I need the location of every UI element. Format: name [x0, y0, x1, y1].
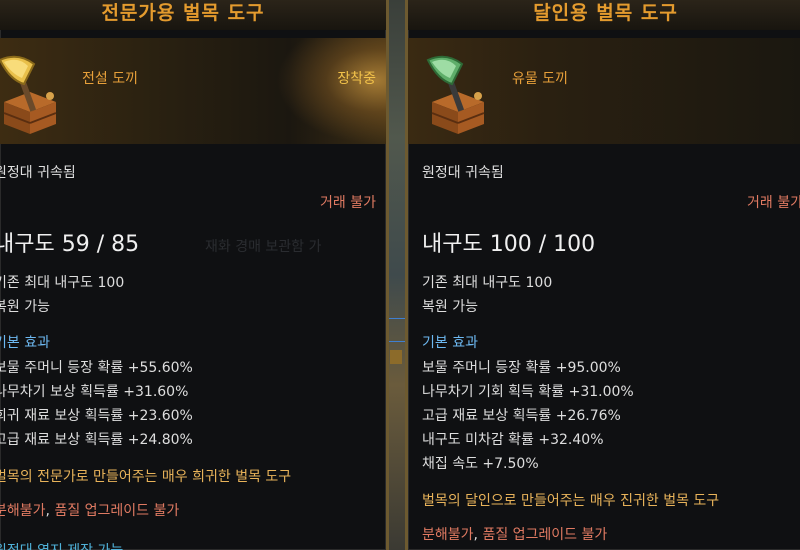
max-durability: 기존 최대 내구도 100 — [422, 275, 553, 291]
bound-status: 원정대 귀속됨 — [0, 165, 76, 181]
gold-axe-chest-icon — [0, 50, 66, 134]
effect-line: 내구도 미차감 확률 +32.40% — [422, 432, 604, 448]
effect-line: 고급 재료 보상 획득률 +24.80% — [0, 432, 193, 448]
background-watermark-text: 재화 경매 보관함 가 — [205, 239, 322, 255]
restriction-upgrade: 품질 업그레이드 불가 — [482, 527, 608, 543]
effect-line: 보물 주머니 등장 확률 +95.00% — [422, 360, 621, 376]
repairable: 복원 가능 — [422, 299, 478, 315]
bound-status: 원정대 귀속됨 — [422, 165, 504, 181]
item-description: 벌목의 전문가로 만들어주는 매우 희귀한 벌목 도구 — [0, 469, 292, 485]
item-grade-name: 전설 도끼 — [82, 71, 138, 87]
max-durability: 기존 최대 내구도 100 — [0, 275, 125, 291]
restriction-disassemble: 분해불가 — [422, 527, 474, 543]
effect-line: 나무차기 기회 획득 확률 +31.00% — [422, 384, 634, 400]
equipped-badge: 장착중 — [337, 71, 376, 87]
background-ui-fragment — [390, 350, 402, 364]
item-grade-name: 유물 도끼 — [512, 71, 568, 87]
effects-heading: 기본 효과 — [422, 335, 478, 351]
restrictions: 분해불가, 품질 업그레이드 불가 — [422, 524, 607, 544]
effect-line: 희귀 재료 보상 획득률 +23.60% — [0, 408, 193, 424]
item-tooltip-equipped: 전문가용 벌목 도구 전설 도끼 장착중 원정대 귀속됨 거래 불가 재화 경매… — [0, 0, 389, 550]
effect-line: 채집 속도 +7.50% — [422, 456, 539, 472]
item-description: 벌목의 달인으로 만들어주는 매우 진귀한 벌목 도구 — [422, 493, 720, 509]
restrictions: 분해불가, 품질 업그레이드 불가 — [0, 500, 179, 520]
effect-line: 나무차기 보상 획득률 +31.60% — [0, 384, 189, 400]
trade-status: 거래 불가 — [320, 195, 376, 211]
background-ui-fragment — [388, 318, 406, 342]
restriction-upgrade: 품질 업그레이드 불가 — [54, 503, 180, 519]
tooltip-title: 전문가용 벌목 도구 — [0, 0, 386, 30]
trade-status: 거래 불가 — [747, 195, 800, 211]
item-header: 유물 도끼 — [408, 38, 800, 144]
effects-heading: 기본 효과 — [0, 335, 50, 351]
item-tooltip-compare: 달인용 벌목 도구 유물 도끼 원정대 귀속됨 거래 불가 내구도 100 / … — [405, 0, 800, 550]
equipped-glow — [276, 38, 386, 144]
repairable: 복원 가능 — [0, 299, 50, 315]
durability: 내구도 59 / 85 — [0, 232, 140, 257]
effect-line: 보물 주머니 등장 확률 +55.60% — [0, 360, 193, 376]
green-axe-chest-icon — [422, 50, 494, 134]
durability: 내구도 100 / 100 — [422, 232, 596, 257]
restriction-disassemble: 분해불가 — [0, 503, 46, 519]
effect-line: 고급 재료 보상 획득률 +26.76% — [422, 408, 621, 424]
tooltip-title: 달인용 벌목 도구 — [408, 0, 800, 30]
crafting-note: 원정대 영지 제작 가능 — [0, 540, 123, 550]
item-header: 전설 도끼 장착중 — [0, 38, 386, 144]
